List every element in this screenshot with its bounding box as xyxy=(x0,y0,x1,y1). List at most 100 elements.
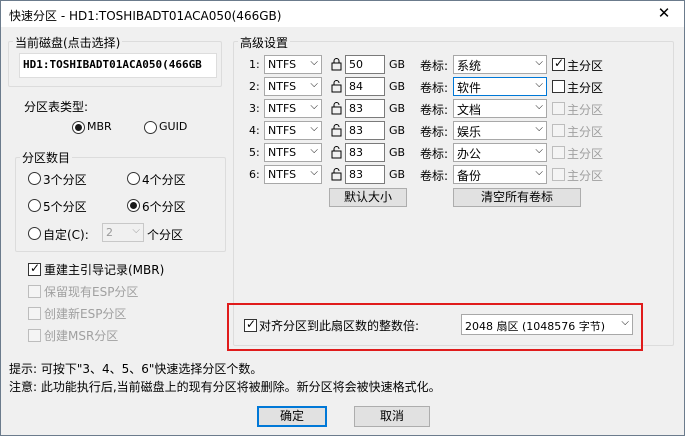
create-msr-label: 创建MSR分区 xyxy=(44,329,119,343)
keep-esp-checkbox[interactable] xyxy=(28,285,41,298)
chevron-down-icon: ⌵ xyxy=(310,167,318,178)
radio-3-partitions[interactable] xyxy=(28,172,41,185)
chevron-down-icon: ⌵ xyxy=(535,79,543,90)
size-input[interactable]: 50 xyxy=(345,55,385,74)
filesystem-combo[interactable]: NTFS ⌵ xyxy=(264,143,322,162)
volume-label-combo[interactable]: 办公 ⌵ xyxy=(453,143,547,162)
chevron-down-icon: ⌵ xyxy=(535,123,543,134)
volume-label-combo[interactable]: 软件 ⌵ xyxy=(453,77,547,96)
rebuild-mbr-label: 重建主引导记录(MBR) xyxy=(44,263,165,277)
unlock-icon[interactable] xyxy=(331,123,342,137)
filesystem-combo[interactable]: NTFS ⌵ xyxy=(264,99,322,118)
volume-label-caption: 卷标: xyxy=(420,59,449,73)
guid-label: GUID xyxy=(159,120,188,133)
filesystem-combo[interactable]: NTFS ⌵ xyxy=(264,121,322,140)
mbr-label: MBR xyxy=(87,120,112,133)
volume-label-combo[interactable]: 备份 ⌵ xyxy=(453,165,547,184)
mbr-radio[interactable] xyxy=(72,121,85,134)
partition-number: 5: xyxy=(249,146,260,159)
size-value: 83 xyxy=(349,146,363,159)
default-size-button[interactable]: 默认大小 xyxy=(329,188,407,207)
keep-esp-label: 保留现有ESP分区 xyxy=(44,285,139,299)
label-4-partitions: 4个分区 xyxy=(142,173,186,187)
size-input[interactable]: 83 xyxy=(345,99,385,118)
volume-label-caption: 卷标: xyxy=(420,147,449,161)
primary-partition-checkbox[interactable] xyxy=(552,124,565,137)
filesystem-combo[interactable]: NTFS ⌵ xyxy=(264,165,322,184)
volume-label-combo[interactable]: 系统 ⌵ xyxy=(453,55,547,74)
radio-4-partitions[interactable] xyxy=(127,172,140,185)
create-msr-checkbox[interactable] xyxy=(28,329,41,342)
advanced-settings-label: 高级设置 xyxy=(238,34,291,51)
align-partitions-checkbox[interactable]: ✓ xyxy=(244,317,257,332)
chevron-down-icon: ⌵ xyxy=(535,57,543,68)
primary-partition-checkbox[interactable] xyxy=(552,146,565,159)
gb-unit-label: GB xyxy=(389,168,406,181)
filesystem-combo[interactable]: NTFS ⌵ xyxy=(264,77,322,96)
size-input[interactable]: 83 xyxy=(345,143,385,162)
volume-label-combo[interactable]: 娱乐 ⌵ xyxy=(453,121,547,140)
chevron-down-icon: ⌵ xyxy=(310,123,318,134)
chevron-down-icon: ⌵ xyxy=(310,57,318,68)
size-input[interactable]: 83 xyxy=(345,165,385,184)
create-esp-checkbox[interactable] xyxy=(28,307,41,320)
chevron-down-icon: ⌵ xyxy=(535,101,543,112)
volume-label-value: 娱乐 xyxy=(457,125,482,139)
primary-partition-label: 主分区 xyxy=(567,125,604,139)
title-bar: 快速分区 - HD1:TOSHIBADT01ACA050(466GB) ✕ xyxy=(1,1,684,27)
filesystem-value: NTFS xyxy=(268,146,297,159)
unlock-icon[interactable] xyxy=(331,167,342,181)
size-input[interactable]: 83 xyxy=(345,121,385,140)
cancel-button[interactable]: 取消 xyxy=(354,406,430,427)
filesystem-value: NTFS xyxy=(268,124,297,137)
alignment-sectors-value: 2048 扇区 (1048576 字节) xyxy=(465,320,606,333)
partition-number: 1: xyxy=(249,58,260,71)
filesystem-value: NTFS xyxy=(268,168,297,181)
primary-partition-label: 主分区 xyxy=(567,147,604,161)
clear-all-labels-button[interactable]: 清空所有卷标 xyxy=(453,188,581,207)
disk-selector[interactable]: HD1:TOSHIBADT01ACA050(466GB xyxy=(19,53,217,78)
volume-label-caption: 卷标: xyxy=(420,125,449,139)
size-value: 83 xyxy=(349,168,363,181)
size-value: 84 xyxy=(349,80,363,93)
volume-label-caption: 卷标: xyxy=(420,103,449,117)
primary-partition-checkbox[interactable]: ✓ xyxy=(552,56,565,71)
ok-button[interactable]: 确定 xyxy=(257,406,327,427)
primary-partition-checkbox[interactable] xyxy=(552,168,565,181)
alignment-sectors-combo[interactable]: 2048 扇区 (1048576 字节) ⌵ xyxy=(461,314,633,335)
filesystem-value: NTFS xyxy=(268,80,297,93)
primary-partition-checkbox[interactable] xyxy=(552,102,565,115)
filesystem-combo[interactable]: NTFS ⌵ xyxy=(264,55,322,74)
rebuild-mbr-checkbox[interactable]: ✓ xyxy=(28,261,41,276)
disk-name: HD1:TOSHIBADT01ACA050(466GB xyxy=(23,58,202,71)
partition-count-label: 分区数目 xyxy=(20,149,73,166)
unlock-icon[interactable] xyxy=(331,79,342,93)
gb-unit-label: GB xyxy=(389,58,406,71)
custom-count-combo[interactable]: 2 ⌵ xyxy=(102,223,144,242)
volume-label-combo[interactable]: 文档 ⌵ xyxy=(453,99,547,118)
primary-partition-label: 主分区 xyxy=(567,81,604,95)
label-custom: 自定(C): xyxy=(43,228,89,242)
lock-icon[interactable] xyxy=(331,57,342,71)
size-input[interactable]: 84 xyxy=(345,77,385,96)
partition-number: 2: xyxy=(249,80,260,93)
close-icon[interactable]: ✕ xyxy=(654,4,674,22)
label-6-partitions: 6个分区 xyxy=(142,200,186,214)
radio-6-partitions[interactable] xyxy=(127,199,140,212)
volume-label-value: 文档 xyxy=(457,103,482,117)
custom-count-value: 2 xyxy=(106,226,113,239)
unlock-icon[interactable] xyxy=(331,145,342,159)
warning-text: 注意: 此功能执行后,当前磁盘上的现有分区将被删除。新分区将会被快速格式化。 xyxy=(9,380,441,394)
primary-partition-label: 主分区 xyxy=(567,59,604,73)
partition-number: 6: xyxy=(249,168,260,181)
partition-table-type-label: 分区表类型: xyxy=(24,100,89,114)
primary-partition-checkbox[interactable] xyxy=(552,80,565,93)
radio-5-partitions[interactable] xyxy=(28,199,41,212)
chevron-down-icon: ⌵ xyxy=(621,317,629,328)
unlock-icon[interactable] xyxy=(331,101,342,115)
window-title: 快速分区 - HD1:TOSHIBADT01ACA050(466GB) xyxy=(9,9,282,23)
volume-label-value: 办公 xyxy=(457,147,482,161)
primary-partition-label: 主分区 xyxy=(567,169,604,183)
guid-radio[interactable] xyxy=(144,121,157,134)
radio-custom[interactable] xyxy=(28,227,41,240)
